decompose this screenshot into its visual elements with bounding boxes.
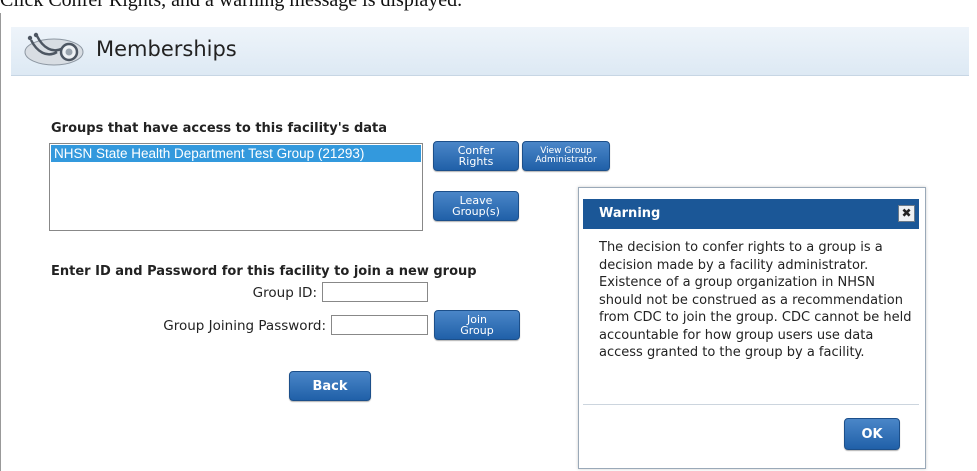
view-group-administrator-button[interactable]: View Group Administrator (522, 141, 610, 171)
confer-rights-label-line2: Rights (458, 155, 494, 168)
join-group-label-line2: Group (460, 324, 494, 337)
confer-rights-button[interactable]: Confer Rights (433, 141, 519, 171)
group-list-item[interactable]: NHSN State Health Department Test Group … (51, 145, 421, 162)
page-header: Memberships (11, 27, 969, 76)
view-admin-label-line2: Administrator (535, 155, 597, 165)
ok-button-label: OK (861, 426, 883, 442)
leave-groups-button[interactable]: Leave Group(s) (433, 191, 519, 221)
back-button[interactable]: Back (289, 371, 371, 401)
close-icon[interactable]: ✖ (898, 205, 915, 222)
group-password-label: Group Joining Password: (163, 318, 326, 334)
stethoscope-icon (24, 32, 84, 66)
group-id-label: Group ID: (252, 285, 317, 301)
memberships-page: Memberships Groups that have access to t… (0, 13, 977, 471)
join-group-label: Enter ID and Password for this facility … (51, 264, 477, 279)
back-button-label: Back (312, 378, 348, 394)
join-group-button[interactable]: Join Group (434, 310, 520, 340)
leave-groups-label-line2: Group(s) (452, 205, 500, 218)
warning-dialog-titlebar: Warning ✖ (583, 199, 919, 229)
warning-dialog-title: Warning (599, 206, 661, 221)
warning-dialog: Warning ✖ The decision to confer rights … (578, 187, 926, 469)
warning-message: The decision to confer rights to a group… (599, 240, 912, 360)
ok-button[interactable]: OK (844, 418, 900, 450)
top-instruction-text: Click Confer Rights, and a warning messa… (0, 0, 463, 11)
dialog-divider (583, 404, 919, 405)
groups-access-label: Groups that have access to this facility… (51, 121, 388, 136)
group-id-input[interactable] (322, 282, 428, 302)
groups-listbox[interactable]: NHSN State Health Department Test Group … (49, 143, 423, 231)
page-title: Memberships (96, 37, 237, 61)
group-password-input[interactable] (331, 315, 428, 335)
